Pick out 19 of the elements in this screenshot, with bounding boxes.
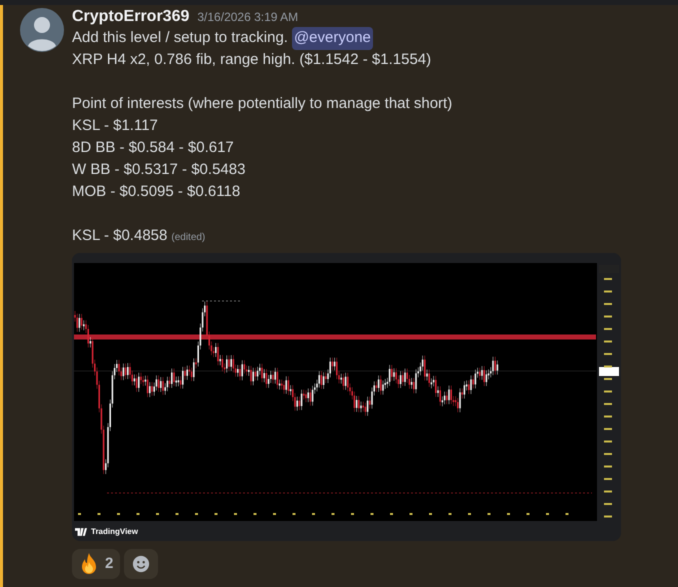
timestamp: 3/16/2026 3:19 AM <box>197 9 298 26</box>
reaction[interactable]: 2 <box>72 549 120 579</box>
message-text: Add this level / setup to tracking. <box>72 28 288 48</box>
message-text: XRP H4 x2, 0.786 fib, range high. ($1.1542 - $1.1554) <box>72 50 432 70</box>
message-text: MOB - $0.5095 - $0.6118 <box>72 182 240 202</box>
message-text: W BB - $0.5317 - $0.5483 <box>72 160 246 180</box>
message-text: KSL - $1.117 <box>72 116 158 136</box>
message-text: 8D BB - $0.584 - $0.617 <box>72 138 234 158</box>
source-label: TradingView <box>91 526 138 538</box>
mention[interactable]: @everyone <box>292 27 373 50</box>
fire-icon <box>79 553 99 575</box>
logo-icon <box>75 528 87 536</box>
message-text: Point of interests (where potentially to manage that short) <box>72 94 452 114</box>
message-text: KSL - $0.4858 <box>72 226 168 246</box>
username[interactable]: CryptoError369 <box>72 5 190 29</box>
smiley-icon <box>132 555 150 573</box>
avatar[interactable] <box>20 8 64 52</box>
add-reaction-button[interactable] <box>124 549 158 579</box>
edited-label: (edited) <box>171 231 206 245</box>
